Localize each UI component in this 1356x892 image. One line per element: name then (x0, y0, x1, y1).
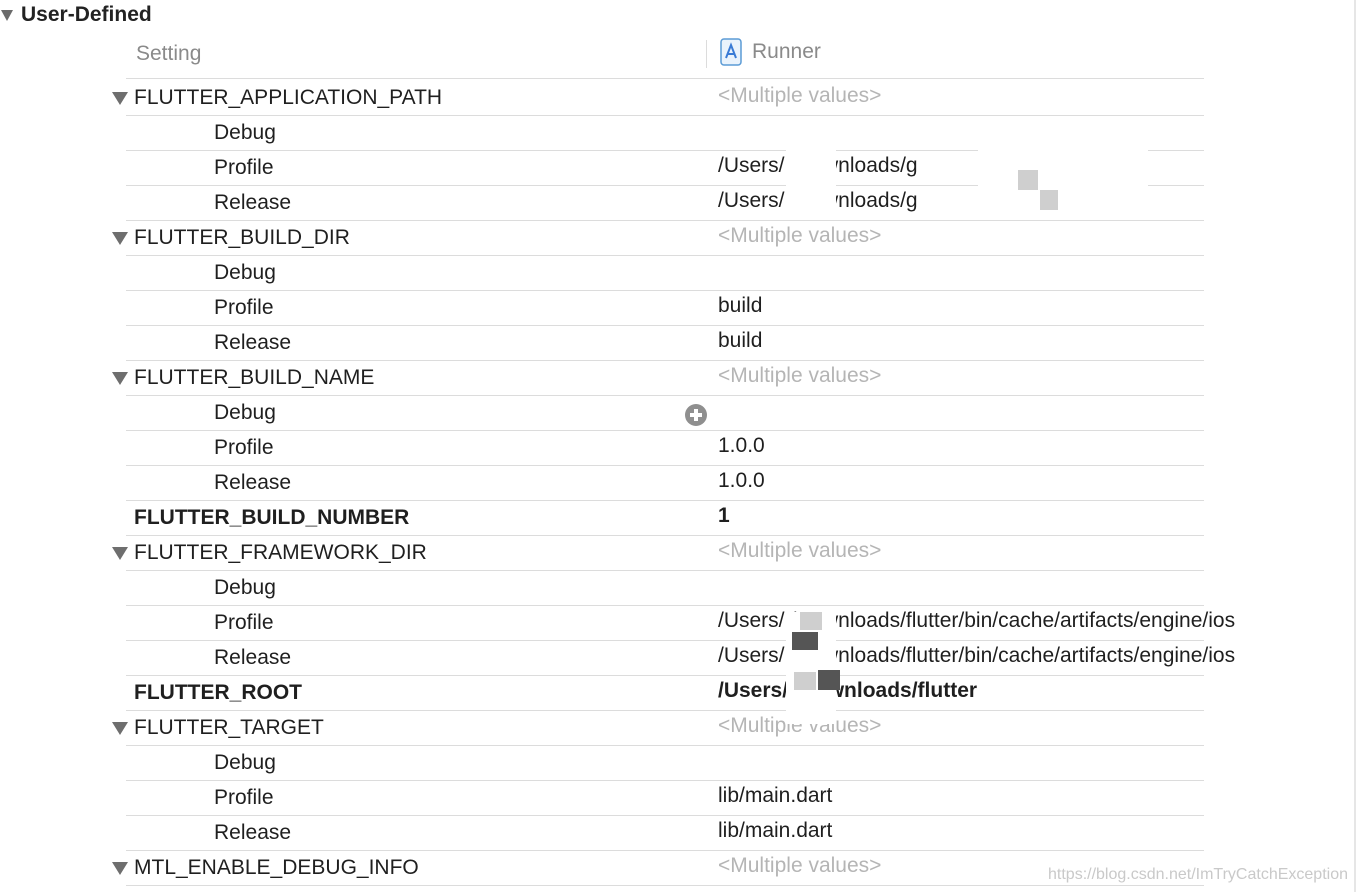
setting-name: FLUTTER_BUILD_NAME (134, 366, 375, 389)
setting-name: Release (214, 821, 292, 844)
row-separator (126, 885, 1204, 886)
disclosure-triangle-icon[interactable] (1, 9, 13, 21)
setting-config-row[interactable]: Debug (0, 395, 1204, 431)
watermark-text: https://blog.csdn.net/ImTryCatchExceptio… (1048, 866, 1348, 883)
setting-config-row[interactable]: Debug (0, 570, 1204, 606)
setting-column-label[interactable]: Setting (136, 42, 201, 66)
setting-value[interactable]: 1 (718, 504, 730, 528)
app-target-icon (720, 38, 742, 66)
setting-name: Release (214, 331, 292, 354)
column-header: Setting Runner (126, 36, 1204, 79)
setting-name: FLUTTER_FRAMEWORK_DIR (134, 541, 427, 564)
setting-value[interactable]: lib/main.dart (718, 819, 832, 843)
setting-name: Profile (214, 611, 274, 634)
setting-config-row[interactable]: Release lib/main.dart (0, 815, 1204, 851)
setting-name: Release (214, 471, 292, 494)
setting-row[interactable]: FLUTTER_FRAMEWORK_DIR <Multiple values> (0, 535, 1204, 571)
setting-name: Release (214, 646, 292, 669)
disclosure-triangle-icon[interactable] (112, 92, 128, 105)
redaction-pixel (800, 612, 822, 630)
setting-row[interactable]: FLUTTER_TARGET <Multiple values> (0, 710, 1204, 746)
disclosure-triangle-icon[interactable] (112, 372, 128, 385)
redaction-mask (786, 150, 836, 220)
redaction-pixel (794, 672, 816, 690)
redaction-mask (978, 150, 1148, 212)
section-title: User-Defined (21, 3, 152, 26)
setting-name: Profile (214, 156, 274, 179)
setting-name: Release (214, 191, 292, 214)
setting-name: Profile (214, 436, 274, 459)
setting-name: Debug (214, 751, 276, 774)
setting-name: Debug (214, 121, 276, 144)
redaction-pixel (818, 670, 840, 690)
setting-row[interactable]: FLUTTER_BUILD_DIR <Multiple values> (0, 220, 1204, 256)
setting-config-row[interactable]: Release build (0, 325, 1204, 361)
setting-value[interactable]: <Multiple values> (718, 224, 881, 248)
setting-value[interactable]: lib/main.dart (718, 784, 832, 808)
setting-name: Debug (214, 261, 276, 284)
setting-config-row[interactable]: Release 1.0.0 (0, 465, 1204, 501)
redaction-pixel (792, 632, 818, 650)
setting-name: FLUTTER_BUILD_NUMBER (134, 506, 410, 529)
setting-config-row[interactable]: Debug (0, 255, 1204, 291)
setting-name: FLUTTER_TARGET (134, 716, 324, 739)
setting-name: MTL_ENABLE_DEBUG_INFO (134, 856, 419, 879)
add-condition-button[interactable] (685, 404, 707, 426)
setting-row[interactable]: FLUTTER_APPLICATION_PATH <Multiple values… (0, 80, 1204, 116)
setting-config-row[interactable]: Profile/Users/ /Downloads/flutter/bin/ca… (0, 605, 1235, 641)
setting-value[interactable]: <Multiple values> (718, 854, 881, 878)
setting-config-row[interactable]: Profile build (0, 290, 1204, 326)
setting-value[interactable]: <Multiple values> (718, 539, 881, 563)
target-column-header[interactable]: Runner (720, 38, 821, 66)
setting-name: Profile (214, 786, 274, 809)
setting-value[interactable]: <Multiple values> (718, 364, 881, 388)
column-divider[interactable] (706, 40, 707, 68)
setting-value[interactable]: 1.0.0 (718, 434, 765, 458)
setting-config-row[interactable]: Profile 1.0.0 (0, 430, 1204, 466)
setting-name: FLUTTER_BUILD_DIR (134, 226, 350, 249)
setting-value[interactable]: <Multiple values> (718, 84, 881, 108)
redaction-pixel (1040, 190, 1058, 210)
redaction-mask (786, 694, 836, 724)
disclosure-triangle-icon[interactable] (112, 722, 128, 735)
setting-value[interactable]: build (718, 294, 762, 318)
setting-row[interactable]: FLUTTER_ROOT/Users/ /Downloads/flutter (0, 675, 1204, 711)
setting-row[interactable]: MTL_ENABLE_DEBUG_INFO <Multiple values> (0, 850, 1204, 886)
setting-value[interactable]: 1.0.0 (718, 469, 765, 493)
setting-name: Profile (214, 296, 274, 319)
setting-row[interactable]: FLUTTER_BUILD_NUMBER 1 (0, 500, 1204, 536)
target-column-label: Runner (752, 40, 821, 63)
setting-name: Debug (214, 401, 276, 424)
setting-name: Debug (214, 576, 276, 599)
setting-config-row[interactable]: Profile lib/main.dart (0, 780, 1204, 816)
setting-config-row[interactable]: Debug (0, 115, 1204, 151)
redaction-pixel (1018, 170, 1038, 190)
setting-config-row[interactable]: Release/Users/ /Downloads/flutter/bin/ca… (0, 640, 1235, 676)
disclosure-triangle-icon[interactable] (112, 547, 128, 560)
setting-config-row[interactable]: Debug (0, 745, 1204, 781)
setting-value[interactable]: build (718, 329, 762, 353)
setting-row[interactable]: FLUTTER_BUILD_NAME <Multiple values> (0, 360, 1204, 396)
disclosure-triangle-icon[interactable] (112, 862, 128, 875)
setting-name: FLUTTER_APPLICATION_PATH (134, 86, 443, 109)
setting-value[interactable]: /Users/ /Downloads/flutter (718, 679, 977, 703)
setting-name: FLUTTER_ROOT (134, 681, 302, 704)
disclosure-triangle-icon[interactable] (112, 232, 128, 245)
section-user-defined[interactable]: User-Defined (0, 0, 152, 30)
